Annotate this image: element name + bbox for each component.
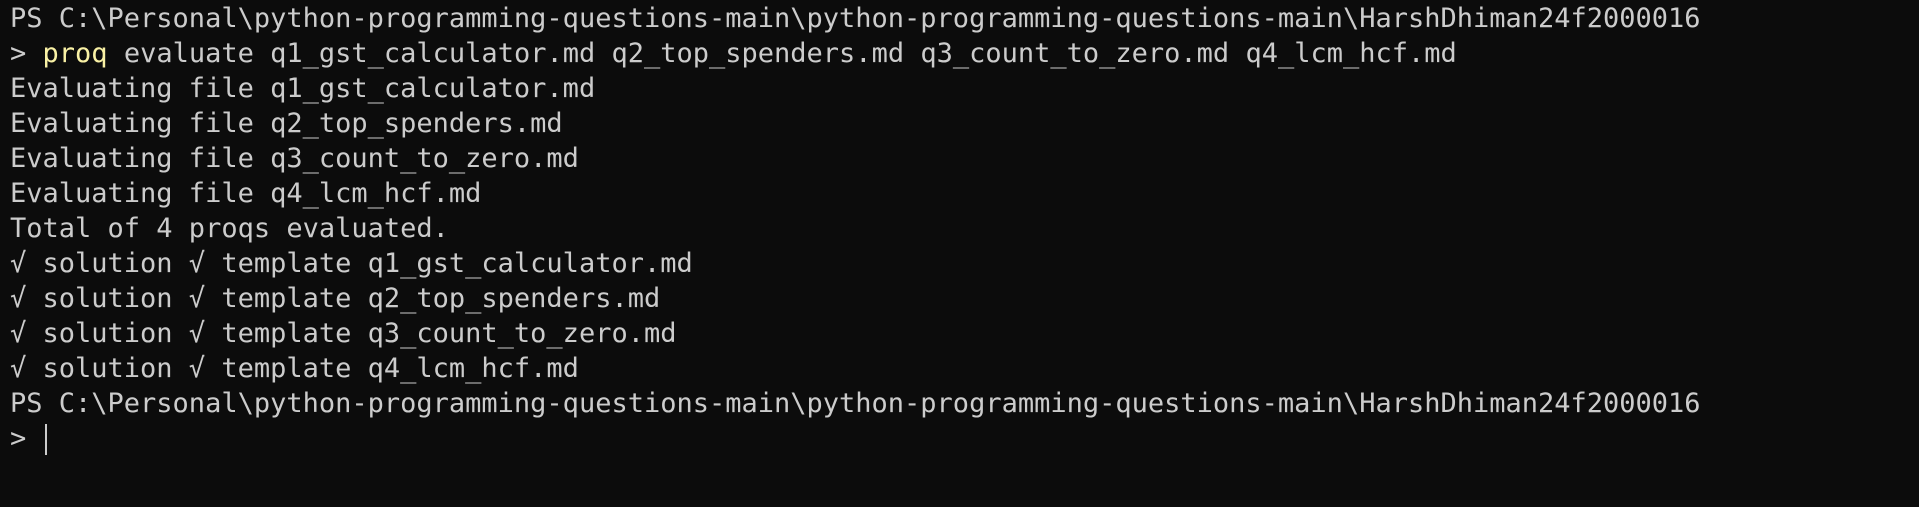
prompt-symbol: > (10, 38, 27, 69)
terminal-window[interactable]: PS C:\Personal\python-programming-questi… (0, 0, 1919, 507)
command-line: > proq evaluate q1_gst_calculator.md q2_… (10, 36, 1919, 71)
command-args: evaluate q1_gst_calculator.md q2_top_spe… (107, 38, 1457, 69)
output-line: √ solution √ template q1_gst_calculator.… (10, 248, 693, 279)
prompt-path-line: PS C:\Personal\python-programming-questi… (10, 3, 1701, 34)
input-line[interactable]: > (10, 421, 1919, 456)
output-line: √ solution √ template q3_count_to_zero.m… (10, 318, 677, 349)
output-line: √ solution √ template q2_top_spenders.md (10, 283, 661, 314)
output-line: Evaluating file q3_count_to_zero.md (10, 143, 579, 174)
output-line: Evaluating file q4_lcm_hcf.md (10, 178, 482, 209)
final-prompt-symbol: > (10, 423, 27, 454)
final-prompt-path-line: PS C:\Personal\python-programming-questi… (10, 388, 1701, 419)
command-name: proq (42, 38, 108, 69)
output-line: √ solution √ template q4_lcm_hcf.md (10, 353, 579, 384)
output-line: Evaluating file q1_gst_calculator.md (10, 73, 596, 104)
text-cursor (45, 424, 48, 455)
output-line: Evaluating file q2_top_spenders.md (10, 108, 563, 139)
output-line: Total of 4 proqs evaluated. (10, 213, 449, 244)
